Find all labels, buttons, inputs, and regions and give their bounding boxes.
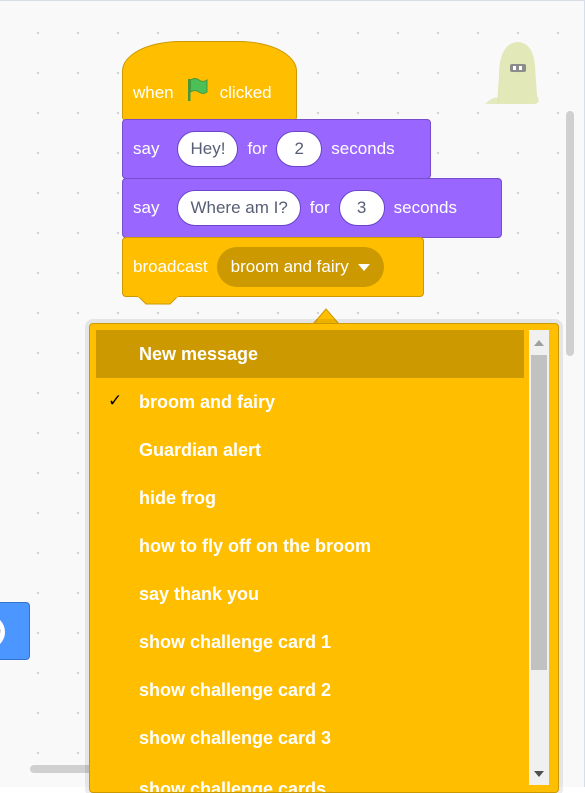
menu-scrollbar[interactable]	[529, 330, 549, 785]
when-flag-clicked-block[interactable]: when clicked	[122, 41, 297, 129]
motion-block-partial[interactable]: 0	[0, 602, 30, 660]
menu-item-new-message[interactable]: New message	[96, 330, 524, 378]
menu-item-label: how to fly off on the broom	[139, 535, 371, 556]
menu-item-label: show challenge card 1	[139, 631, 332, 652]
green-flag-icon	[187, 78, 208, 101]
menu-item-show-challenge-cards[interactable]: show challenge cards	[96, 762, 524, 792]
say-for-seconds-block[interactable]: say Where am I? for 3 seconds	[122, 178, 502, 246]
message-input[interactable]: Hey!	[177, 131, 239, 167]
menu-item-label: New message	[139, 343, 259, 364]
message-dropdown-value: broom and fairy	[230, 257, 349, 276]
menu-item-show-challenge-card-3[interactable]: show challenge card 3	[96, 714, 524, 762]
block-tab	[138, 296, 178, 305]
menu-item-label: show challenge card 2	[139, 679, 332, 700]
hat-text-when: when	[133, 83, 174, 102]
message-dropdown[interactable]: broom and fairy	[216, 247, 384, 287]
broadcast-message-dropdown-menu: New message ✓ broom and fairy Guardian a…	[89, 323, 559, 793]
scroll-up-arrow-icon[interactable]	[534, 340, 544, 346]
broadcast-label: broadcast	[133, 257, 208, 276]
menu-item-label: show challenge card 3	[139, 727, 332, 748]
seconds-label: seconds	[393, 198, 457, 217]
menu-item-broom-and-fairy[interactable]: ✓ broom and fairy	[96, 378, 524, 426]
menu-item-guardian-alert[interactable]: Guardian alert	[96, 426, 524, 474]
menu-item-show-challenge-card-1[interactable]: show challenge card 1	[96, 618, 524, 666]
menu-item-hide-frog[interactable]: hide frog	[96, 474, 524, 522]
menu-item-show-challenge-card-2[interactable]: show challenge card 2	[96, 666, 524, 714]
menu-item-say-thank-you[interactable]: say thank you	[96, 570, 524, 618]
for-label: for	[309, 198, 330, 217]
message-input[interactable]: Where am I?	[177, 190, 301, 226]
for-label: for	[247, 139, 268, 158]
say-label: say	[133, 139, 160, 158]
number-input[interactable]: 0	[0, 615, 5, 649]
seconds-label: seconds	[331, 139, 395, 158]
menu-scrollbar-thumb[interactable]	[531, 355, 547, 670]
sprite-thumbnail-icon[interactable]	[483, 36, 545, 106]
menu-item-label: hide frog	[139, 487, 216, 508]
seconds-input[interactable]: 2	[276, 131, 323, 167]
menu-item-how-to-fly-off-on-the-broom[interactable]: how to fly off on the broom	[96, 522, 524, 570]
scroll-down-arrow-icon[interactable]	[534, 771, 544, 777]
checkmark-icon: ✓	[108, 391, 123, 410]
menu-item-label: say thank you	[139, 583, 260, 604]
menu-item-label: show challenge cards	[139, 779, 327, 792]
say-for-seconds-block[interactable]: say Hey! for 2 seconds	[122, 119, 431, 187]
broadcast-block[interactable]: broadcast broom and fairy	[122, 237, 424, 305]
hat-text-clicked: clicked	[219, 83, 272, 102]
caret-down-icon	[357, 263, 370, 271]
workspace-vertical-scrollbar[interactable]	[566, 111, 574, 356]
menu-item-label: Guardian alert	[139, 439, 262, 460]
menu-list: New message ✓ broom and fairy Guardian a…	[96, 330, 524, 792]
menu-item-label: broom and fairy	[139, 391, 276, 412]
say-label: say	[133, 198, 160, 217]
seconds-input[interactable]: 3	[338, 190, 385, 226]
